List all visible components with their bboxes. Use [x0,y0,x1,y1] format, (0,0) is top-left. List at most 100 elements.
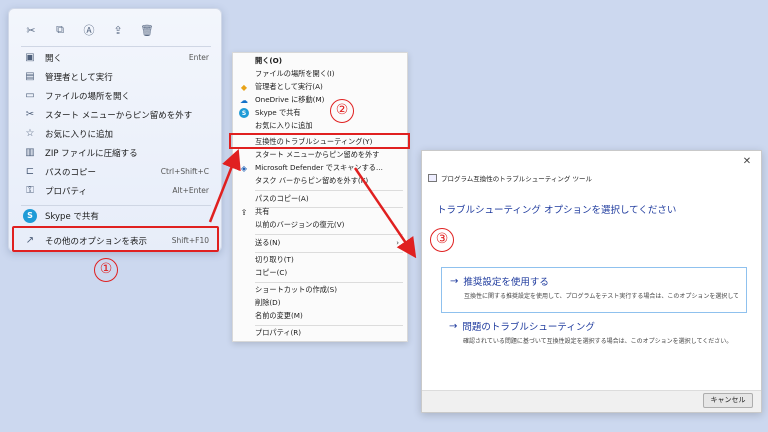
menu-item-label: パスのコピー(A) [255,194,309,204]
menu-item-open[interactable]: 開く(O) [233,55,407,68]
menu-item-rename[interactable]: 名前の変更(M) [233,310,407,323]
menu-item-label: 削除(D) [255,298,281,308]
menu-item-move-onedrive[interactable]: ☁ OneDrive に移動(M) [233,94,407,107]
menu-item-compress-zip[interactable]: ▥ ZIP ファイルに圧縮する [15,143,217,162]
menu-item-add-favorite[interactable]: ☆ お気に入りに追加 [15,124,217,143]
skype-icon: S [239,108,249,119]
dialog-title-text: プログラム互換性のトラブルシューティング ツール [441,175,592,183]
menu-item-label: パスのコピー [45,167,97,178]
menu-item-label: コピー(C) [255,268,288,278]
star-icon: ☆ [25,128,35,139]
menu-item-label: 共有 [255,207,270,217]
divider [255,234,403,235]
menu-toolbar: ✂ ⧉ Ⓐ ⇪ 🗑 [9,19,221,45]
menu-item-delete[interactable]: 削除(D) [233,297,407,310]
menu-item-skype-share[interactable]: S Skype で共有 [15,206,217,225]
shortcut-label: Alt+Enter [172,186,209,195]
arrow-right-icon: → [450,275,459,287]
menu-item-properties[interactable]: ⚿ プロパティ Alt+Enter [15,181,217,200]
menu-item-label: プロパティ(R) [255,328,302,338]
cut-icon[interactable]: ✂ [19,19,43,41]
highlight-box [229,133,410,149]
onedrive-icon: ☁ [240,95,248,105]
menu-item-label: 管理者として実行 [45,72,113,83]
option-title: 推奨設定を使用する [463,277,549,288]
blank-icon [239,150,249,160]
menu-item-copy-path[interactable]: パスのコピー(A) [233,193,407,206]
menu-item-unpin-taskbar[interactable]: タスク バーからピン留めを外す(K) [233,175,407,188]
menu-item-label: 開く [45,53,63,64]
menu-item-label: お気に入りに追加 [45,129,114,140]
menu-item-defender-scan[interactable]: ◈ Microsoft Defender でスキャンする... [233,162,407,175]
menu-item-open-file-location[interactable]: ファイルの場所を開く(I) [233,68,407,81]
blank-icon [239,255,249,265]
blank-icon [239,121,249,131]
menu-item-label: 開く(O) [255,56,283,66]
dialog-footer: キャンセル [422,390,761,412]
menu-item-label: OneDrive に移動(M) [255,95,325,105]
blank-icon [239,328,249,338]
defender-icon: ◈ [240,163,248,173]
dialog-heading: トラブルシューティング オプションを選択してください [437,205,677,216]
menu-item-label: Microsoft Defender でスキャンする... [255,163,383,173]
divider [255,190,403,191]
menu-item-label: タスク バーからピン留めを外す(K) [255,176,369,186]
menu-item-label: 管理者として実行(A) [255,82,323,92]
menu-item-run-as-admin[interactable]: ◆ 管理者として実行(A) [233,81,407,94]
chevron-right-icon: › [396,239,399,248]
option-recommended-settings[interactable]: → 推奨設定を使用する 互換性に関する推奨設定を使用して、プログラムをテスト実行す… [441,267,747,313]
menu-item-unpin-start[interactable]: ✂ スタート メニューからピン留めを外す [15,105,217,124]
shortcut-label: Enter [188,53,209,62]
menu-item-open[interactable]: ▣ 開く Enter [15,48,217,67]
copy-path-icon: ⊏ [25,166,35,177]
menu-item-label: ZIP ファイルに圧縮する [45,148,138,159]
menu-item-label: 以前のバージョンの復元(V) [255,220,345,230]
menu-item-share[interactable]: ⇪ 共有 [233,206,407,219]
menu-item-label: お気に入りに追加 [255,121,313,131]
blank-icon [239,298,249,308]
menu-item-label: Skype で共有 [45,211,99,222]
menu-item-copy[interactable]: コピー(C) [233,267,407,280]
menu-item-run-as-admin[interactable]: ▤ 管理者として実行 [15,67,217,86]
divider [21,46,211,47]
blank-icon [239,69,249,79]
cancel-button[interactable]: キャンセル [703,393,753,408]
delete-icon[interactable]: 🗑 [135,19,159,41]
blank-icon [239,238,249,248]
folder-icon: ▭ [25,90,35,101]
menu-item-properties[interactable]: プロパティ(R) [233,327,407,340]
menu-item-add-favorite[interactable]: お気に入りに追加 [233,120,407,133]
blank-icon [239,285,249,295]
open-icon: ▣ [25,52,35,63]
divider [255,282,403,283]
menu-item-label: 切り取り(T) [255,255,294,265]
menu-item-create-shortcut[interactable]: ショートカットの作成(S) [233,284,407,297]
menu-item-copy-path[interactable]: ⊏ パスのコピー Ctrl+Shift+C [15,162,217,181]
menu-item-label: ファイルの場所を開く [45,91,131,102]
arrow-right-icon: → [449,320,458,332]
properties-icon: ⚿ [26,185,34,196]
menu-item-send-to[interactable]: 送る(N) › [233,237,407,250]
unpin-icon: ✂ [25,109,35,120]
menu-item-open-file-location[interactable]: ▭ ファイルの場所を開く [15,86,217,105]
menu-item-skype-share[interactable]: S Skype で共有 [233,107,407,120]
step-number-2: ② [330,99,354,123]
context-menu-classic: 開く(O) ファイルの場所を開く(I) ◆ 管理者として実行(A) ☁ OneD… [232,52,408,342]
share-icon[interactable]: ⇪ [106,19,130,41]
step-number-3: ③ [430,228,454,252]
menu-item-restore-previous[interactable]: 以前のバージョンの復元(V) [233,219,407,232]
menu-item-label: スタート メニューからピン留めを外す [45,110,193,121]
close-icon[interactable]: ✕ [741,156,753,168]
highlight-box [12,226,219,252]
app-icon [428,174,437,182]
option-troubleshoot-program[interactable]: → 問題のトラブルシューティング 確認されている問題に基づいて互換性設定を選択する… [441,313,747,359]
blank-icon [239,220,249,230]
copy-icon[interactable]: ⧉ [48,19,72,41]
rename-icon[interactable]: Ⓐ [77,19,101,41]
shortcut-label: Ctrl+Shift+C [160,167,209,176]
menu-item-unpin-start[interactable]: スタート メニューからピン留めを外す [233,149,407,162]
menu-item-label: スタート メニューからピン留めを外す [255,150,380,160]
menu-item-label: 送る(N) [255,238,281,248]
menu-item-cut[interactable]: 切り取り(T) [233,254,407,267]
share-icon: ⇪ [240,207,248,217]
